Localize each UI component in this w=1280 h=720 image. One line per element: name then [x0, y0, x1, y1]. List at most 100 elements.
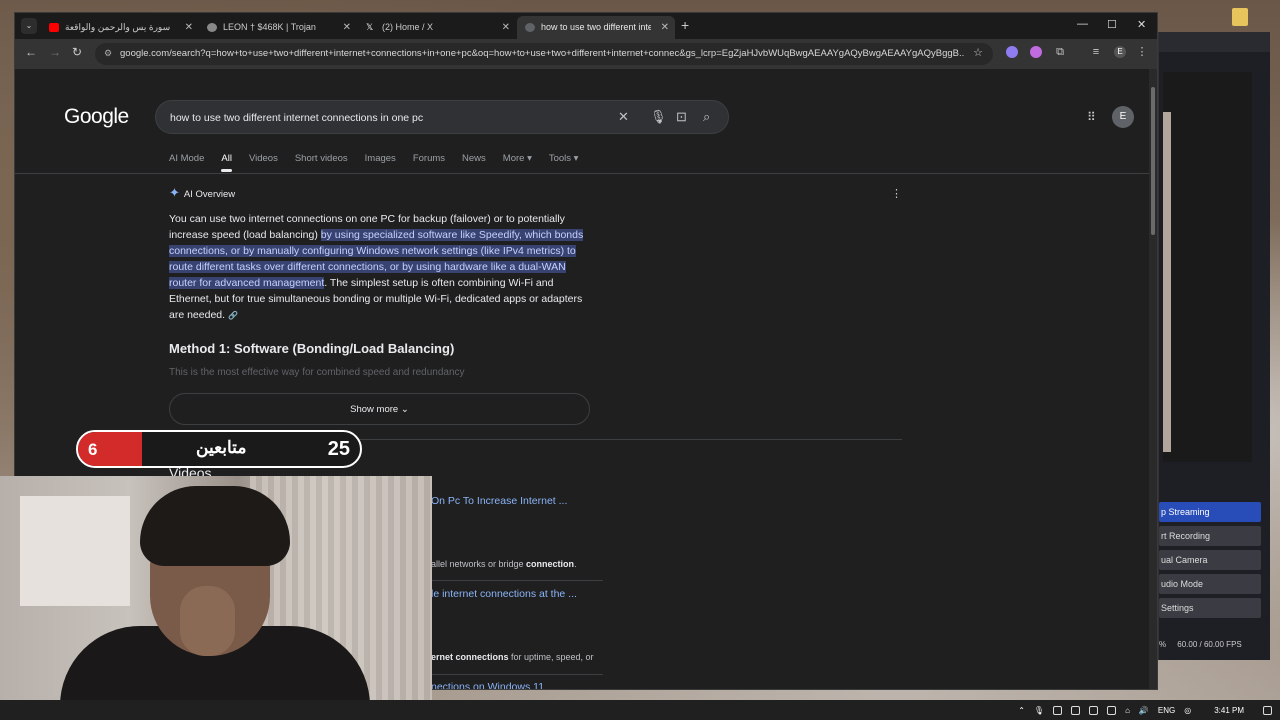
ai-overview-text: You can use two internet connections on … [169, 211, 589, 324]
close-window-icon[interactable]: ✕ [1137, 18, 1146, 31]
link-icon[interactable]: 🔗 [228, 308, 238, 324]
chevron-down-icon: ⌄ [400, 404, 409, 415]
tab-google-search[interactable]: how to use two different intern ✕ [517, 16, 675, 39]
counter-left-number: 6 [88, 440, 98, 459]
globe-icon[interactable]: ◎ [1184, 706, 1191, 715]
tray-app-icon[interactable] [1071, 705, 1081, 715]
browser-toolbar: ← → ↻ ⚙ google.com/search?q=how+to+use+t… [15, 39, 1157, 69]
video-result-title[interactable]: nections on Windows 11 [431, 681, 544, 689]
more-options-icon[interactable]: ⋮ [891, 187, 902, 200]
tab-all[interactable]: All [221, 153, 232, 173]
x-icon: 𝕏 [366, 22, 374, 32]
obs-controls: p Streaming rt Recording ual Camera udio… [1159, 498, 1271, 618]
google-logo[interactable]: Google [64, 105, 129, 129]
obs-fps: 60.00 / 60.00 FPS [1177, 640, 1242, 649]
forward-icon[interactable]: → [49, 45, 61, 59]
clock[interactable]: 3:41 PM [1214, 706, 1244, 715]
search-icon[interactable]: ⌕ [703, 109, 710, 125]
ai-overview-title: AI Overview [183, 189, 236, 200]
search-input[interactable]: how to use two different internet connec… [155, 100, 729, 134]
obs-virtual-camera-button[interactable]: ual Camera [1159, 550, 1261, 570]
address-bar[interactable]: ⚙ google.com/search?q=how+to+use+two+dif… [95, 43, 993, 65]
tab-trojan[interactable]: LEON † $468K | Trojan ✕ [199, 16, 357, 39]
new-tab-button[interactable]: + [681, 17, 689, 33]
snippet-bold: ernet connections [431, 652, 509, 662]
taskbar: ⌃ 🎙 ⌂ 🔊 ENG ◎ 3:41 PM [0, 700, 1280, 720]
obs-settings-button[interactable]: Settings [1159, 598, 1261, 618]
webcam-person-hair [140, 486, 290, 566]
scrollbar-thumb[interactable] [1151, 87, 1155, 235]
minimize-icon[interactable]: — [1077, 18, 1088, 30]
counter-label: متابعين [196, 438, 247, 457]
snippet-text: for uptime, speed, or [508, 652, 594, 662]
obs-stop-streaming-button[interactable]: p Streaming [1159, 502, 1261, 522]
webcam-person-hand [180, 586, 235, 656]
extensions-puzzle-icon[interactable]: ⧉ [1054, 46, 1066, 58]
youtube-icon [49, 23, 59, 32]
method-subtext: This is the most effective way for combi… [169, 367, 465, 378]
obs-status: % 60.00 / 60.00 FPS [1159, 640, 1242, 649]
video-result-title[interactable]: On Pc To Increase Internet ... [431, 495, 567, 507]
webcam-background-window [20, 496, 130, 606]
tray-app-icon[interactable] [1053, 705, 1063, 715]
url-text[interactable]: google.com/search?q=how+to+use+two+diffe… [120, 48, 965, 59]
close-icon[interactable]: ✕ [343, 16, 351, 39]
close-icon[interactable]: ✕ [502, 16, 510, 39]
obs-preview-image [1163, 112, 1171, 452]
tab-tools[interactable]: Tools ▾ [549, 153, 579, 173]
volume-icon[interactable]: 🔊 [1139, 706, 1149, 715]
microphone-icon[interactable]: 🎙 [1034, 706, 1044, 715]
tray-app-icon[interactable] [1089, 705, 1099, 715]
ai-overview-header: ✦ AI Overview [169, 185, 235, 201]
close-icon[interactable]: ✕ [185, 16, 193, 39]
tab-short-videos[interactable]: Short videos [295, 153, 348, 173]
obs-studio-mode-button[interactable]: udio Mode [1159, 574, 1261, 594]
webcam-feed [0, 476, 432, 720]
snippet-bold: connection [526, 559, 575, 569]
lens-icon[interactable]: ⊡ [676, 109, 687, 125]
maximize-icon[interactable]: ☐ [1107, 18, 1117, 31]
menu-kebab-icon[interactable]: ⋮ [1136, 46, 1148, 58]
profile-avatar[interactable]: E [1114, 46, 1126, 58]
obs-cpu-percent: % [1159, 640, 1167, 649]
extension-icon[interactable] [1006, 46, 1018, 58]
tab-ai-mode[interactable]: AI Mode [169, 153, 204, 173]
chevron-up-icon[interactable]: ⌃ [1018, 706, 1025, 715]
notification-icon[interactable] [1263, 705, 1272, 715]
video-result-title[interactable]: le internet connections at the ... [431, 588, 577, 600]
desktop-icon[interactable] [1232, 8, 1248, 26]
obs-window: p Streaming rt Recording ual Camera udio… [1158, 32, 1270, 660]
voice-search-icon[interactable]: 🎙 [650, 109, 667, 125]
page-scrollbar[interactable] [1149, 69, 1157, 689]
tray-app-icon[interactable] [1107, 705, 1117, 715]
site-info-icon[interactable]: ⚙ [104, 48, 112, 59]
tab-more[interactable]: More ▾ [503, 153, 532, 173]
tab-images[interactable]: Images [365, 153, 396, 173]
search-tabs: AI Mode All Videos Short videos Images F… [169, 153, 595, 173]
close-icon[interactable]: ✕ [661, 16, 669, 39]
reload-icon[interactable]: ↻ [72, 45, 82, 59]
snippet-text: allel networks or bridge [431, 559, 527, 569]
extension-icon[interactable] [1030, 46, 1042, 58]
tab-strip: ⌄ سورة يس والرحمن والواقعة ✕ LEON † $468… [15, 13, 1157, 39]
tab-search-button[interactable]: ⌄ [21, 18, 37, 34]
account-avatar[interactable]: E [1112, 106, 1134, 128]
tab-videos[interactable]: Videos [249, 153, 278, 173]
result-divider [431, 580, 603, 581]
media-control-icon[interactable]: ≡ [1090, 46, 1102, 58]
network-icon[interactable]: ⌂ [1125, 706, 1130, 715]
back-icon[interactable]: ← [25, 45, 37, 59]
tab-youtube[interactable]: سورة يس والرحمن والواقعة ✕ [41, 16, 199, 39]
tab-news[interactable]: News [462, 153, 486, 173]
tab-forums[interactable]: Forums [413, 153, 445, 173]
video-result-snippet: allel networks or bridge connection. [431, 559, 577, 569]
language-indicator[interactable]: ENG [1158, 706, 1175, 715]
show-more-button[interactable]: Show more ⌄ [169, 393, 590, 425]
apps-grid-icon[interactable]: ⠿ [1087, 110, 1096, 124]
tab-x[interactable]: 𝕏 (2) Home / X ✕ [358, 16, 516, 39]
obs-start-recording-button[interactable]: rt Recording [1159, 526, 1261, 546]
obs-preview [1163, 72, 1252, 462]
bookmark-star-icon[interactable]: ☆ [973, 46, 983, 59]
search-query[interactable]: how to use two different internet connec… [170, 112, 423, 124]
clear-icon[interactable]: ✕ [618, 109, 629, 125]
